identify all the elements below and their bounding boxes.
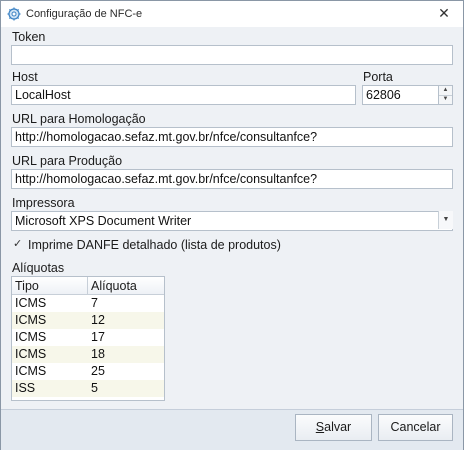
cell-tipo: ICMS — [15, 313, 47, 327]
table-row[interactable]: ISS 5 — [12, 380, 164, 397]
table-row[interactable]: ICMS 25 — [12, 363, 164, 380]
host-input[interactable]: LocalHost — [11, 85, 356, 105]
column-divider[interactable] — [87, 277, 88, 294]
gear-icon — [7, 7, 21, 21]
impressora-label: Impressora — [12, 196, 75, 210]
close-icon[interactable]: ✕ — [437, 6, 451, 20]
cell-tipo: ICMS — [15, 296, 47, 310]
url-producao-label: URL para Produção — [12, 154, 123, 168]
grid-header: Tipo Alíquota — [12, 277, 164, 295]
cell-tipo: ICMS — [15, 364, 47, 378]
chevron-down-icon[interactable]: ▼ — [438, 211, 453, 229]
porta-input[interactable]: 62806 — [362, 85, 439, 105]
porta-label: Porta — [363, 70, 393, 84]
save-label: alvar — [324, 420, 352, 434]
danfe-checkbox-label[interactable]: Imprime DANFE detalhado (lista de produt… — [28, 238, 281, 252]
save-mnemonic: S — [315, 420, 325, 434]
cancel-button[interactable]: Cancelar — [378, 414, 453, 441]
cell-tipo: ICMS — [15, 330, 47, 344]
url-producao-input[interactable]: http://homologacao.sefaz.mt.gov.br/nfce/… — [11, 169, 453, 189]
triangle-down-icon[interactable]: ▼ — [439, 95, 452, 104]
nfce-config-window: Configuração de NFC-e ✕ Token Host Local… — [0, 0, 464, 450]
cell-aliquota: 17 — [91, 330, 105, 344]
col-aliquota-header[interactable]: Alíquota — [91, 278, 137, 294]
cell-aliquota: 12 — [91, 313, 105, 327]
window-title: Configuração de NFC-e — [26, 8, 143, 20]
col-tipo-header[interactable]: Tipo — [15, 278, 39, 294]
url-homologacao-label: URL para Homologação — [12, 112, 146, 126]
cell-tipo: ISS — [15, 381, 36, 395]
cell-aliquota: 5 — [91, 381, 98, 395]
porta-stepper[interactable]: ▲ ▼ — [438, 85, 453, 105]
cell-aliquota: 18 — [91, 347, 105, 361]
cell-aliquota: 7 — [91, 296, 98, 310]
impressora-select[interactable]: Microsoft XPS Document Writer — [11, 211, 453, 231]
host-label: Host — [12, 70, 38, 84]
cell-aliquota: 25 — [91, 364, 105, 378]
url-homologacao-input[interactable]: http://homologacao.sefaz.mt.gov.br/nfce/… — [11, 127, 453, 147]
button-bar: Salvar Cancelar — [1, 409, 463, 450]
aliquotas-label: Alíquotas — [12, 261, 65, 275]
table-row[interactable]: ICMS 17 — [12, 329, 164, 346]
token-input[interactable] — [11, 45, 453, 65]
table-row[interactable]: ICMS 18 — [12, 346, 164, 363]
aliquotas-grid[interactable]: Tipo Alíquota ICMS 7 ICMS 12 ICMS 17 ICM… — [11, 276, 165, 401]
form-area: Token Host LocalHost Porta 62806 ▲ ▼ URL… — [1, 27, 463, 409]
table-row[interactable]: ICMS 7 — [12, 295, 164, 312]
table-row[interactable]: ICMS 12 — [12, 312, 164, 329]
save-button[interactable]: Salvar — [295, 414, 372, 441]
title-bar: Configuração de NFC-e ✕ — [1, 1, 463, 27]
check-icon[interactable]: ✓ — [13, 239, 24, 250]
token-label: Token — [12, 30, 46, 44]
cell-tipo: ICMS — [15, 347, 47, 361]
